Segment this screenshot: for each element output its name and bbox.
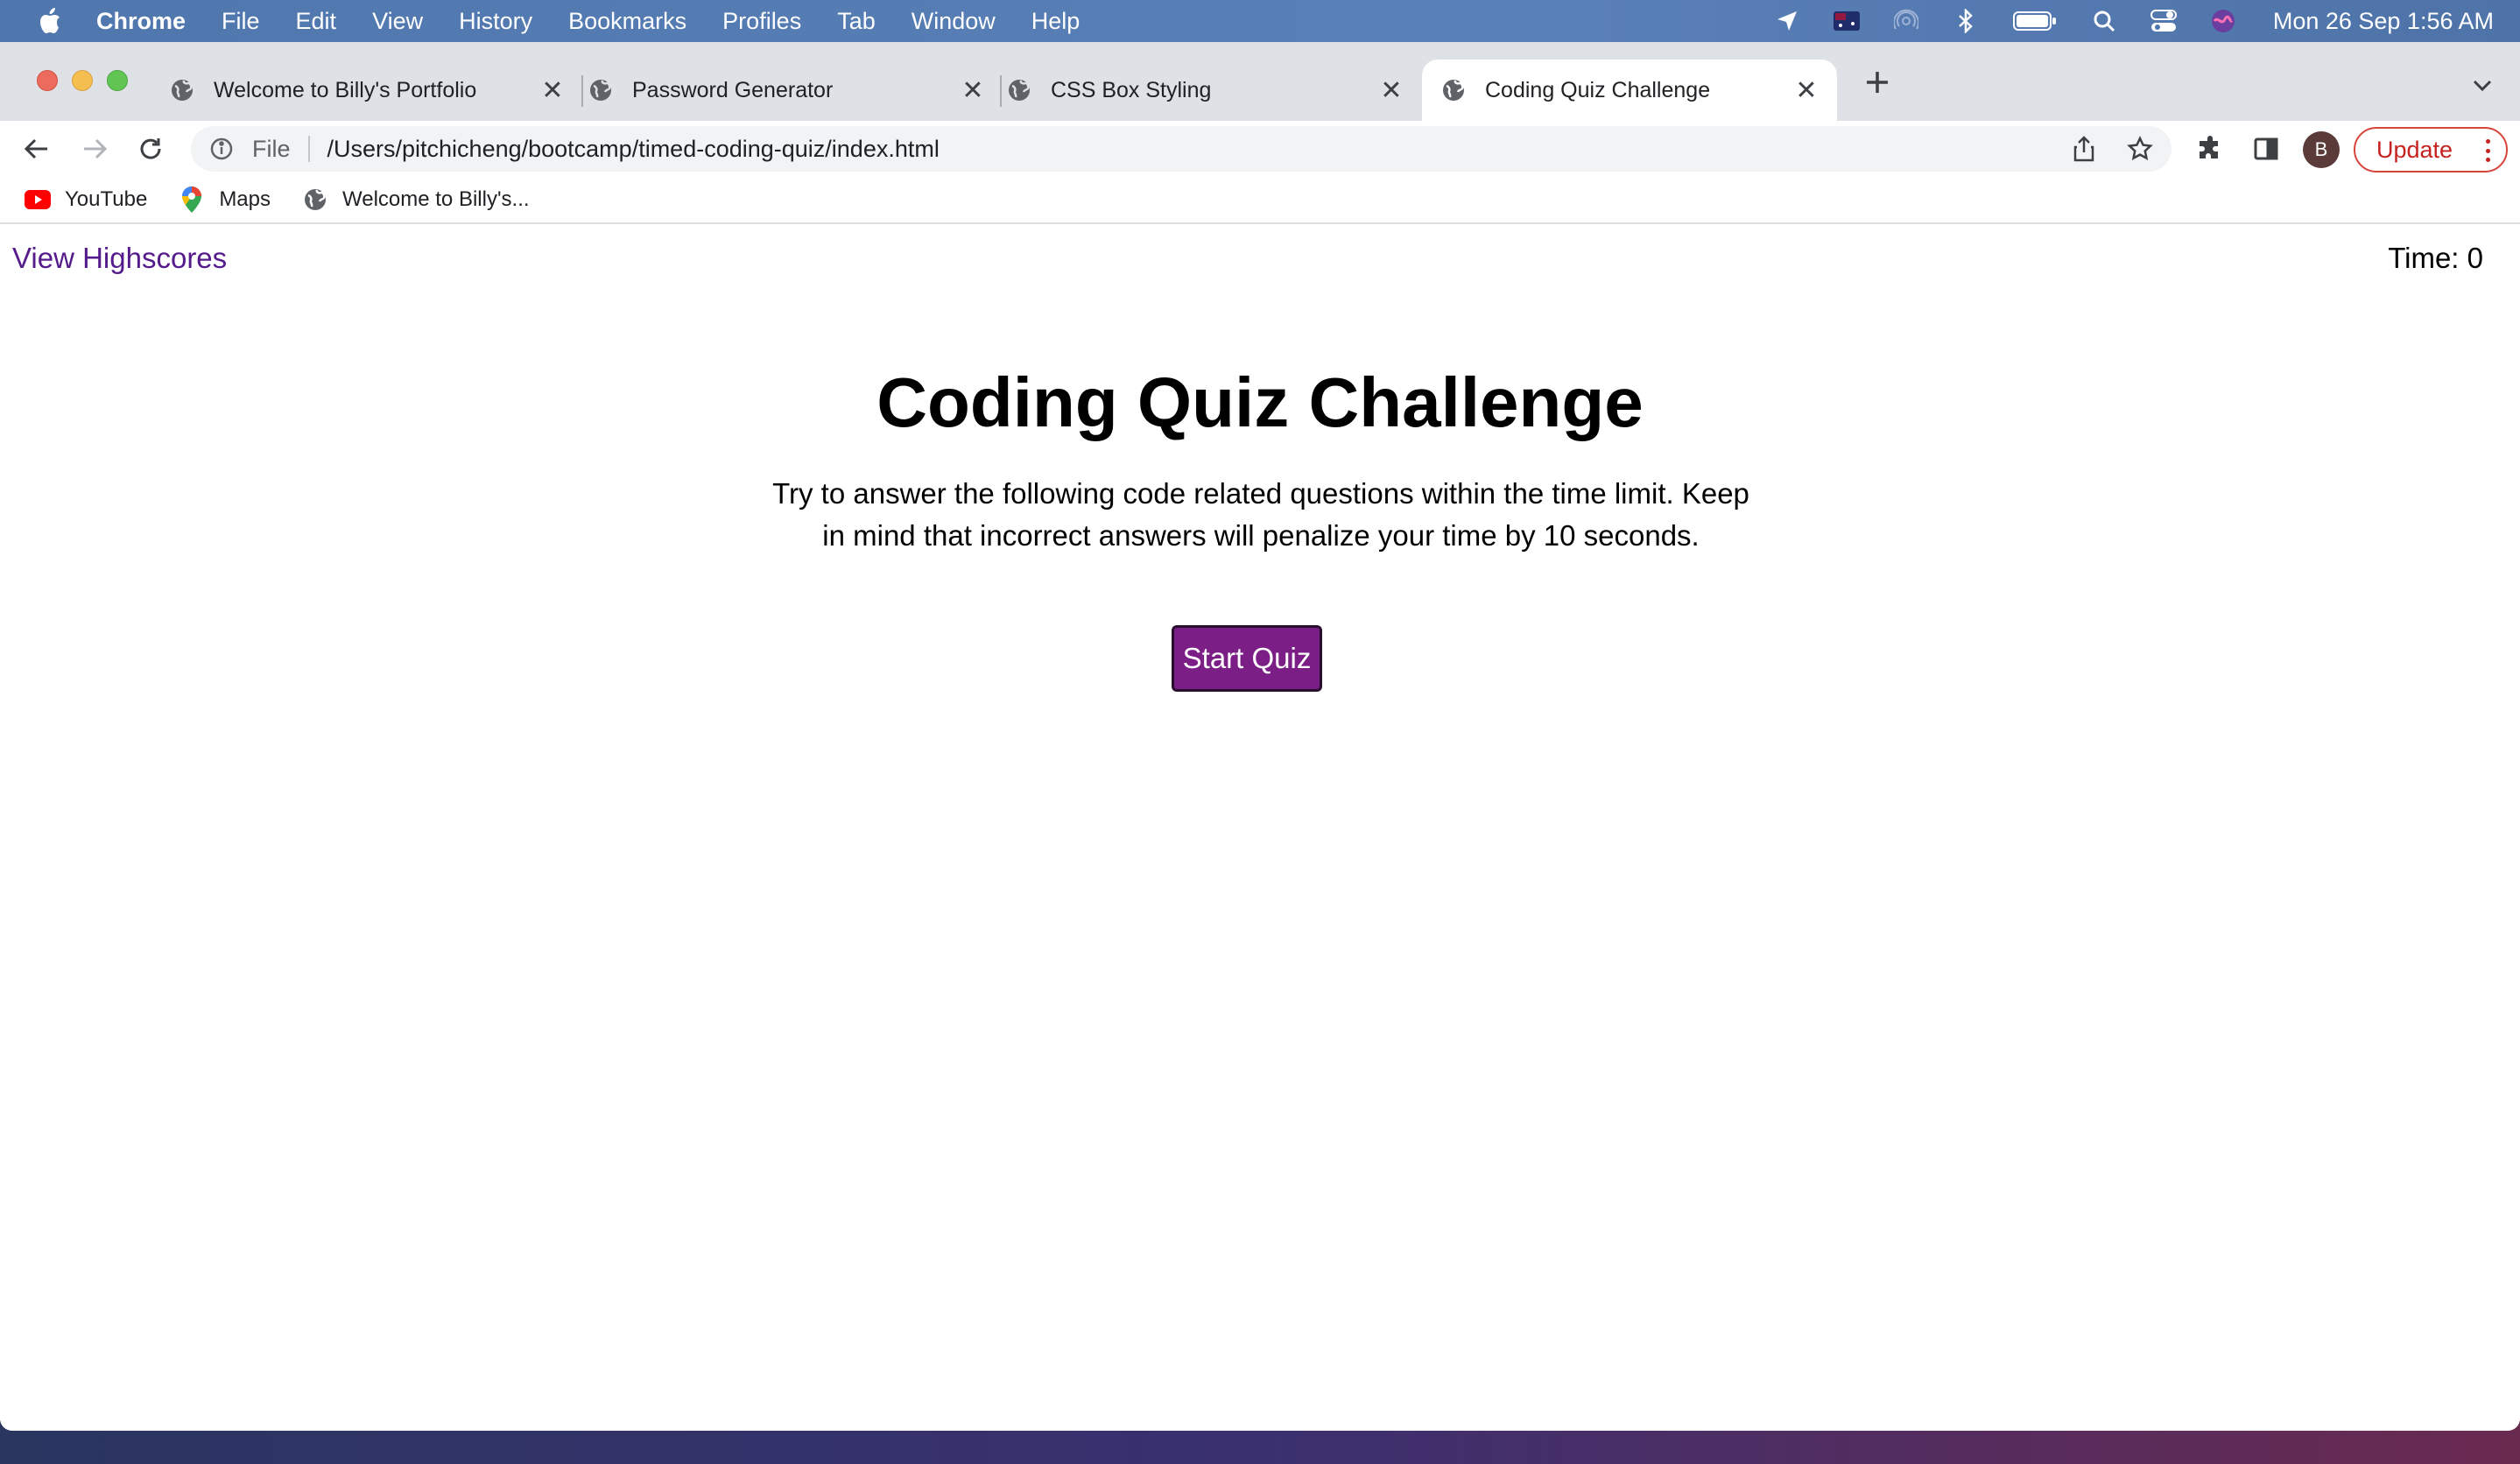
globe-icon <box>1007 78 1031 102</box>
url-text[interactable]: /Users/pitchicheng/bootcamp/timed-coding… <box>327 136 940 163</box>
tab-password-generator[interactable]: Password Generator ✕ <box>588 60 1003 121</box>
window-close-button[interactable] <box>37 70 58 91</box>
macos-menubar: Chrome File Edit View History Bookmarks … <box>0 0 2520 42</box>
tab-search-chevron-icon[interactable] <box>2469 72 2495 98</box>
close-tab-icon[interactable]: ✕ <box>1376 75 1406 105</box>
menubar-clock[interactable]: Mon 26 Sep 1:56 AM <box>2273 8 2494 35</box>
forward-arrow-icon[interactable] <box>79 133 110 165</box>
browser-window: Welcome to Billy's Portfolio ✕ Password … <box>0 42 2520 1431</box>
menu-view[interactable]: View <box>372 8 423 35</box>
menu-app-chrome[interactable]: Chrome <box>96 8 186 35</box>
close-tab-icon[interactable]: ✕ <box>1791 75 1821 105</box>
tab-title: CSS Box Styling <box>1051 77 1212 102</box>
bookmarks-bar: YouTube Maps Welcome to Billy's... <box>0 177 2520 224</box>
bluetooth-icon[interactable] <box>1953 8 1979 34</box>
kebab-menu-icon[interactable] <box>2483 139 2492 162</box>
reload-icon[interactable] <box>135 133 166 165</box>
airdrop-icon[interactable] <box>1893 8 1919 34</box>
extensions-puzzle-icon[interactable] <box>2194 133 2226 165</box>
globe-icon <box>170 78 194 102</box>
menu-history[interactable]: History <box>459 8 532 35</box>
spotlight-search-icon[interactable] <box>2091 8 2117 34</box>
share-icon[interactable] <box>2070 135 2098 163</box>
tab-title: Coding Quiz Challenge <box>1485 77 1711 102</box>
youtube-icon <box>25 187 51 213</box>
update-button-label: Update <box>2376 136 2453 163</box>
update-button[interactable]: Update <box>2354 127 2508 172</box>
menu-help[interactable]: Help <box>1031 8 1081 35</box>
tab-coding-quiz-challenge[interactable]: Coding Quiz Challenge ✕ <box>1422 60 1837 121</box>
globe-icon <box>302 187 328 213</box>
flag-australia-icon[interactable] <box>1833 8 1860 34</box>
menu-window[interactable]: Window <box>912 8 996 35</box>
omnibox-divider <box>307 136 310 162</box>
bookmark-youtube[interactable]: YouTube <box>25 187 147 213</box>
tab-welcome-portfolio[interactable]: Welcome to Billy's Portfolio ✕ <box>170 60 583 121</box>
bookmark-label: Maps <box>219 187 271 211</box>
bookmark-star-icon[interactable] <box>2126 135 2154 163</box>
tab-strip: Welcome to Billy's Portfolio ✕ Password … <box>0 42 2520 121</box>
menu-bookmarks[interactable]: Bookmarks <box>568 8 686 35</box>
menu-file[interactable]: File <box>222 8 260 35</box>
tab-separator <box>581 75 583 107</box>
quiz-description: Try to answer the following code related… <box>772 477 1749 552</box>
back-arrow-icon[interactable] <box>21 133 53 165</box>
menu-tab[interactable]: Tab <box>837 8 876 35</box>
menu-edit[interactable]: Edit <box>296 8 337 35</box>
address-bar[interactable]: File /Users/pitchicheng/bootcamp/timed-c… <box>191 126 2172 172</box>
location-icon[interactable] <box>1774 8 1800 34</box>
page-title: Coding Quiz Challenge <box>876 363 1644 441</box>
globe-icon <box>1441 78 1466 102</box>
site-info-icon[interactable] <box>208 136 235 162</box>
close-tab-icon[interactable]: ✕ <box>958 75 988 105</box>
url-scheme-label: File <box>252 135 291 162</box>
profile-avatar[interactable]: B <box>2303 131 2340 168</box>
menu-profiles[interactable]: Profiles <box>722 8 801 35</box>
maps-icon <box>179 187 205 213</box>
globe-icon <box>588 78 613 102</box>
window-zoom-button[interactable] <box>107 70 128 91</box>
side-panel-icon[interactable] <box>2250 133 2282 165</box>
tab-css-box-styling[interactable]: CSS Box Styling ✕ <box>1007 60 1422 121</box>
browser-toolbar: File /Users/pitchicheng/bootcamp/timed-c… <box>0 121 2520 177</box>
view-highscores-link[interactable]: View Highscores <box>12 242 227 275</box>
bookmark-label: YouTube <box>65 187 148 211</box>
tab-title: Password Generator <box>632 77 834 102</box>
bookmark-label: Welcome to Billy's... <box>342 187 530 211</box>
apple-icon[interactable] <box>35 6 65 36</box>
battery-icon[interactable] <box>2012 8 2058 34</box>
tab-separator <box>1000 75 1002 107</box>
tab-title: Welcome to Billy's Portfolio <box>214 77 477 102</box>
control-center-icon[interactable] <box>2150 8 2177 34</box>
bookmark-maps[interactable]: Maps <box>179 187 271 213</box>
page-content: View Highscores Time: 0 Coding Quiz Chal… <box>0 224 2520 1431</box>
bookmark-welcome-billy[interactable]: Welcome to Billy's... <box>302 187 530 213</box>
start-quiz-button[interactable]: Start Quiz <box>1172 625 1322 692</box>
window-minimize-button[interactable] <box>72 70 93 91</box>
quiz-timer: Time: 0 <box>2388 242 2483 274</box>
siri-icon[interactable] <box>2210 8 2236 34</box>
close-tab-icon[interactable]: ✕ <box>538 75 567 105</box>
new-tab-icon[interactable] <box>1862 67 1893 98</box>
